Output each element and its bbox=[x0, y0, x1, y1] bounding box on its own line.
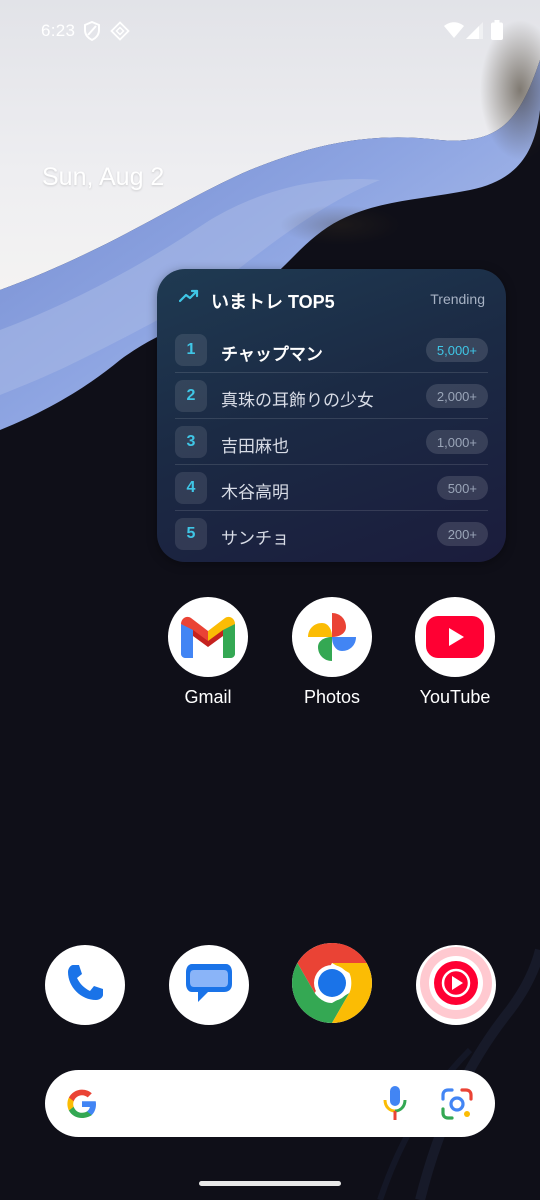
dock-phone[interactable] bbox=[45, 945, 125, 1025]
microphone-icon[interactable] bbox=[382, 1086, 408, 1127]
shield-icon bbox=[83, 20, 101, 46]
app-label: Gmail bbox=[184, 687, 232, 707]
trending-widget[interactable]: いまトレ TOP5 Trending 1 チャップマン 5,000+ 2 真珠の… bbox=[157, 269, 506, 562]
ranking-item[interactable]: 4 木谷高明 500+ bbox=[175, 465, 488, 511]
signal-icon bbox=[466, 22, 483, 44]
chrome-icon bbox=[292, 942, 372, 1028]
gesture-navigation-bar[interactable] bbox=[199, 1181, 341, 1186]
ranking-item[interactable]: 2 真珠の耳飾りの少女 2,000+ bbox=[175, 373, 488, 419]
rank-count-badge: 500+ bbox=[436, 476, 488, 500]
phone-icon bbox=[63, 961, 107, 1010]
gmail-icon bbox=[168, 597, 248, 677]
widget-title: いまトレ TOP5 bbox=[211, 292, 335, 312]
ranking-item[interactable]: 1 チャップマン 5,000+ bbox=[175, 327, 488, 373]
google-search-bar[interactable] bbox=[45, 1070, 495, 1137]
ranking-item[interactable]: 5 サンチョ 200+ bbox=[175, 511, 488, 557]
rank-number: 5 bbox=[175, 518, 207, 550]
rank-name: 真珠の耳飾りの少女 bbox=[221, 391, 374, 410]
app-youtube[interactable]: YouTube bbox=[400, 597, 510, 727]
battery-icon bbox=[491, 20, 503, 45]
status-time: 6:23 bbox=[41, 21, 76, 40]
rank-count-badge: 2,000+ bbox=[425, 384, 488, 408]
trending-up-icon bbox=[178, 289, 199, 308]
rank-number: 3 bbox=[175, 426, 207, 458]
google-g-icon bbox=[66, 1088, 98, 1125]
rank-name: サンチョ bbox=[221, 529, 289, 548]
app-gmail[interactable]: Gmail bbox=[153, 597, 263, 727]
rank-count-badge: 1,000+ bbox=[425, 430, 488, 454]
dock-messages[interactable] bbox=[169, 945, 249, 1025]
messages-icon bbox=[184, 960, 234, 1011]
youtube-icon bbox=[415, 597, 495, 677]
rank-number: 1 bbox=[175, 334, 207, 366]
widget-trending-label: Trending bbox=[430, 291, 485, 307]
rank-name: 吉田麻也 bbox=[221, 437, 289, 456]
wifi-icon bbox=[444, 22, 464, 43]
google-lens-icon[interactable] bbox=[440, 1087, 474, 1126]
widget-header: いまトレ TOP5 Trending bbox=[157, 269, 506, 327]
vpn-diamond-icon bbox=[110, 21, 130, 46]
date-text[interactable]: Sun, Aug 2 bbox=[42, 163, 164, 192]
rank-number: 4 bbox=[175, 472, 207, 504]
app-label: Photos bbox=[303, 687, 361, 707]
rank-name: 木谷高明 bbox=[221, 483, 289, 502]
app-photos[interactable]: Photos bbox=[277, 597, 387, 727]
dock-youtube-music[interactable] bbox=[416, 945, 496, 1025]
status-bar: 6:23 bbox=[0, 0, 540, 64]
ranking-item[interactable]: 3 吉田麻也 1,000+ bbox=[175, 419, 488, 465]
dock-chrome[interactable] bbox=[292, 942, 372, 1028]
rank-number: 2 bbox=[175, 380, 207, 412]
app-label: YouTube bbox=[419, 687, 491, 707]
youtube-music-icon bbox=[420, 946, 492, 1024]
rank-count-badge: 5,000+ bbox=[425, 338, 488, 362]
rank-name: チャップマン bbox=[221, 345, 323, 364]
google-photos-icon bbox=[292, 597, 372, 677]
rank-count-badge: 200+ bbox=[436, 522, 488, 546]
